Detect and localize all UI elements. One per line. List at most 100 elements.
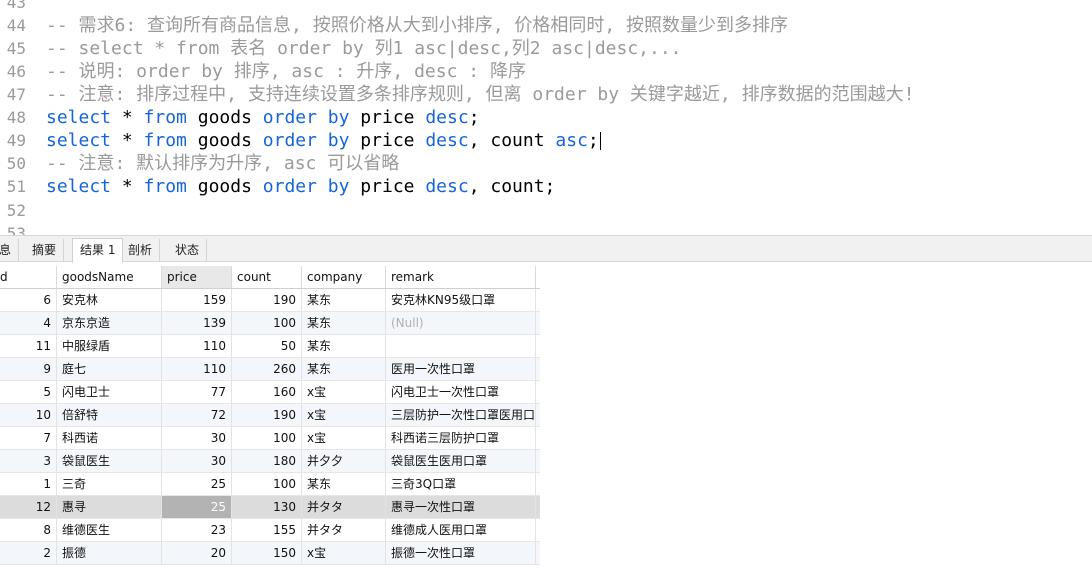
table-cell-company[interactable]: 某东	[302, 358, 386, 380]
code-line[interactable]: 43	[0, 0, 1092, 14]
tab-summary[interactable]: 摘要	[25, 239, 65, 261]
column-header-count[interactable]: count	[232, 266, 302, 288]
table-cell-remark[interactable]: 闪电卫士一次性口罩	[386, 381, 536, 403]
table-row[interactable]: 9 庭七 110 260 某东 医用一次性口罩	[0, 358, 540, 381]
table-cell-remark[interactable]: 科西诺三层防护口罩	[386, 427, 536, 449]
code-line[interactable]: 53	[0, 222, 1092, 235]
table-cell-price[interactable]: 30	[162, 450, 232, 472]
tab-result-1[interactable]: 结果 1	[72, 238, 124, 263]
table-cell-remark[interactable]	[386, 335, 536, 357]
code-line[interactable]: 46 -- 说明: order by 排序, asc : 升序, desc : 降…	[0, 60, 1092, 83]
tab-status[interactable]: 状态	[168, 239, 208, 261]
table-cell-id[interactable]: 10	[0, 404, 57, 426]
table-cell-id[interactable]: 4	[0, 312, 57, 334]
result-grid[interactable]: d goodsName price count company remark 6 安克林 159…	[0, 266, 540, 565]
table-cell-company[interactable]: 某东	[302, 312, 386, 334]
column-header-goodsname[interactable]: goodsName	[57, 266, 162, 288]
table-cell-price[interactable]: 23	[162, 519, 232, 541]
table-cell-id[interactable]: 7	[0, 427, 57, 449]
table-row[interactable]: 11 中服绿盾 110 50 某东	[0, 335, 540, 358]
table-cell-company[interactable]: x宝	[302, 404, 386, 426]
table-cell-goodsname[interactable]: 惠寻	[57, 496, 162, 518]
table-row[interactable]: 1 三奇 25 100 某东 三奇3Q口罩	[0, 473, 540, 496]
code-line[interactable]: 51 select * from goods order by price des…	[0, 175, 1092, 198]
table-cell-id[interactable]: 2	[0, 542, 57, 564]
table-cell-price[interactable]: 139	[162, 312, 232, 334]
table-cell-company[interactable]: 某东	[302, 335, 386, 357]
table-cell-remark[interactable]: 袋鼠医生医用口罩	[386, 450, 536, 472]
table-cell-price[interactable]: 159	[162, 289, 232, 311]
table-cell-count[interactable]: 190	[232, 289, 302, 311]
table-row[interactable]: 12 惠寻 25 130 并タタ 惠寻一次性口罩	[0, 496, 540, 519]
code-line[interactable]: 45 -- select * from 表名 order by 列1 asc|de…	[0, 37, 1092, 60]
table-cell-remark[interactable]: 三奇3Q口罩	[386, 473, 536, 495]
table-cell-count[interactable]: 150	[232, 542, 302, 564]
table-cell-count[interactable]: 130	[232, 496, 302, 518]
table-cell-company[interactable]: x宝	[302, 381, 386, 403]
table-cell-id[interactable]: 5	[0, 381, 57, 403]
table-cell-remark[interactable]: 惠寻一次性口罩	[386, 496, 536, 518]
table-cell-goodsname[interactable]: 袋鼠医生	[57, 450, 162, 472]
table-cell-remark[interactable]: 医用一次性口罩	[386, 358, 536, 380]
table-cell-goodsname[interactable]: 维德医生	[57, 519, 162, 541]
table-cell-goodsname[interactable]: 闪电卫士	[57, 381, 162, 403]
table-cell-id[interactable]: 1	[0, 473, 57, 495]
table-cell-count[interactable]: 180	[232, 450, 302, 472]
table-cell-id[interactable]: 3	[0, 450, 57, 472]
code-line[interactable]: 49 select * from goods order by price des…	[0, 129, 1092, 152]
table-cell-company[interactable]: 并タタ	[302, 496, 386, 518]
table-cell-goodsname[interactable]: 科西诺	[57, 427, 162, 449]
sql-editor[interactable]: 43 44 -- 需求6: 查询所有商品信息, 按照价格从大到小排序, 价格相同时,…	[0, 0, 1092, 235]
table-row[interactable]: 2 振德 20 150 x宝 振德一次性口罩	[0, 542, 540, 565]
table-cell-count[interactable]: 100	[232, 427, 302, 449]
table-cell-goodsname[interactable]: 中服绿盾	[57, 335, 162, 357]
table-cell-remark[interactable]: 三层防护一次性口罩医用口	[386, 404, 536, 426]
table-cell-goodsname[interactable]: 京东京造	[57, 312, 162, 334]
table-cell-id[interactable]: 6	[0, 289, 57, 311]
code-line[interactable]: 47 -- 注意: 排序过程中, 支持连续设置多条排序规则, 但离 order b…	[0, 83, 1092, 106]
table-cell-remark[interactable]: 安克林KN95级口罩	[386, 289, 536, 311]
column-header-price[interactable]: price	[162, 266, 232, 288]
column-header-id[interactable]: d	[0, 266, 57, 288]
table-row[interactable]: 7 科西诺 30 100 x宝 科西诺三层防护口罩	[0, 427, 540, 450]
table-cell-goodsname[interactable]: 振德	[57, 542, 162, 564]
table-cell-price[interactable]: 77	[162, 381, 232, 403]
table-row[interactable]: 8 维德医生 23 155 并タタ 维德成人医用口罩	[0, 519, 540, 542]
table-cell-id[interactable]: 9	[0, 358, 57, 380]
table-cell-remark[interactable]: 维德成人医用口罩	[386, 519, 536, 541]
table-cell-price[interactable]: 72	[162, 404, 232, 426]
table-cell-remark[interactable]: (Null)	[386, 312, 536, 334]
table-cell-company[interactable]: 并タタ	[302, 519, 386, 541]
table-row[interactable]: 3 袋鼠医生 30 180 并夕夕 袋鼠医生医用口罩	[0, 450, 540, 473]
table-cell-price[interactable]: 110	[162, 335, 232, 357]
code-line[interactable]: 50 -- 注意: 默认排序为升序, asc 可以省略	[0, 152, 1092, 175]
table-cell-company[interactable]: 某东	[302, 473, 386, 495]
table-cell-company[interactable]: 某东	[302, 289, 386, 311]
tab-info[interactable]: 息	[0, 239, 20, 261]
table-cell-count[interactable]: 100	[232, 473, 302, 495]
table-cell-id[interactable]: 12	[0, 496, 57, 518]
table-row[interactable]: 10 倍舒特 72 190 x宝 三层防护一次性口罩医用口	[0, 404, 540, 427]
column-header-company[interactable]: company	[302, 266, 386, 288]
table-cell-goodsname[interactable]: 三奇	[57, 473, 162, 495]
table-cell-price[interactable]: 20	[162, 542, 232, 564]
table-cell-company[interactable]: 并夕夕	[302, 450, 386, 472]
table-cell-goodsname[interactable]: 倍舒特	[57, 404, 162, 426]
table-cell-price[interactable]: 110	[162, 358, 232, 380]
table-cell-price[interactable]: 25	[162, 473, 232, 495]
column-header-remark[interactable]: remark	[386, 266, 536, 288]
tab-profile[interactable]: 剖析	[121, 239, 161, 261]
table-cell-goodsname[interactable]: 安克林	[57, 289, 162, 311]
code-line[interactable]: 44 -- 需求6: 查询所有商品信息, 按照价格从大到小排序, 价格相同时, 按…	[0, 14, 1092, 37]
table-cell-remark[interactable]: 振德一次性口罩	[386, 542, 536, 564]
table-cell-id[interactable]: 8	[0, 519, 57, 541]
table-cell-count[interactable]: 50	[232, 335, 302, 357]
table-cell-count[interactable]: 155	[232, 519, 302, 541]
table-cell-count[interactable]: 160	[232, 381, 302, 403]
code-line[interactable]: 52	[0, 199, 1092, 222]
table-cell-price[interactable]: 25	[162, 496, 232, 518]
table-cell-price[interactable]: 30	[162, 427, 232, 449]
table-cell-count[interactable]: 260	[232, 358, 302, 380]
table-cell-count[interactable]: 190	[232, 404, 302, 426]
table-row[interactable]: 6 安克林 159 190 某东 安克林KN95级口罩	[0, 289, 540, 312]
